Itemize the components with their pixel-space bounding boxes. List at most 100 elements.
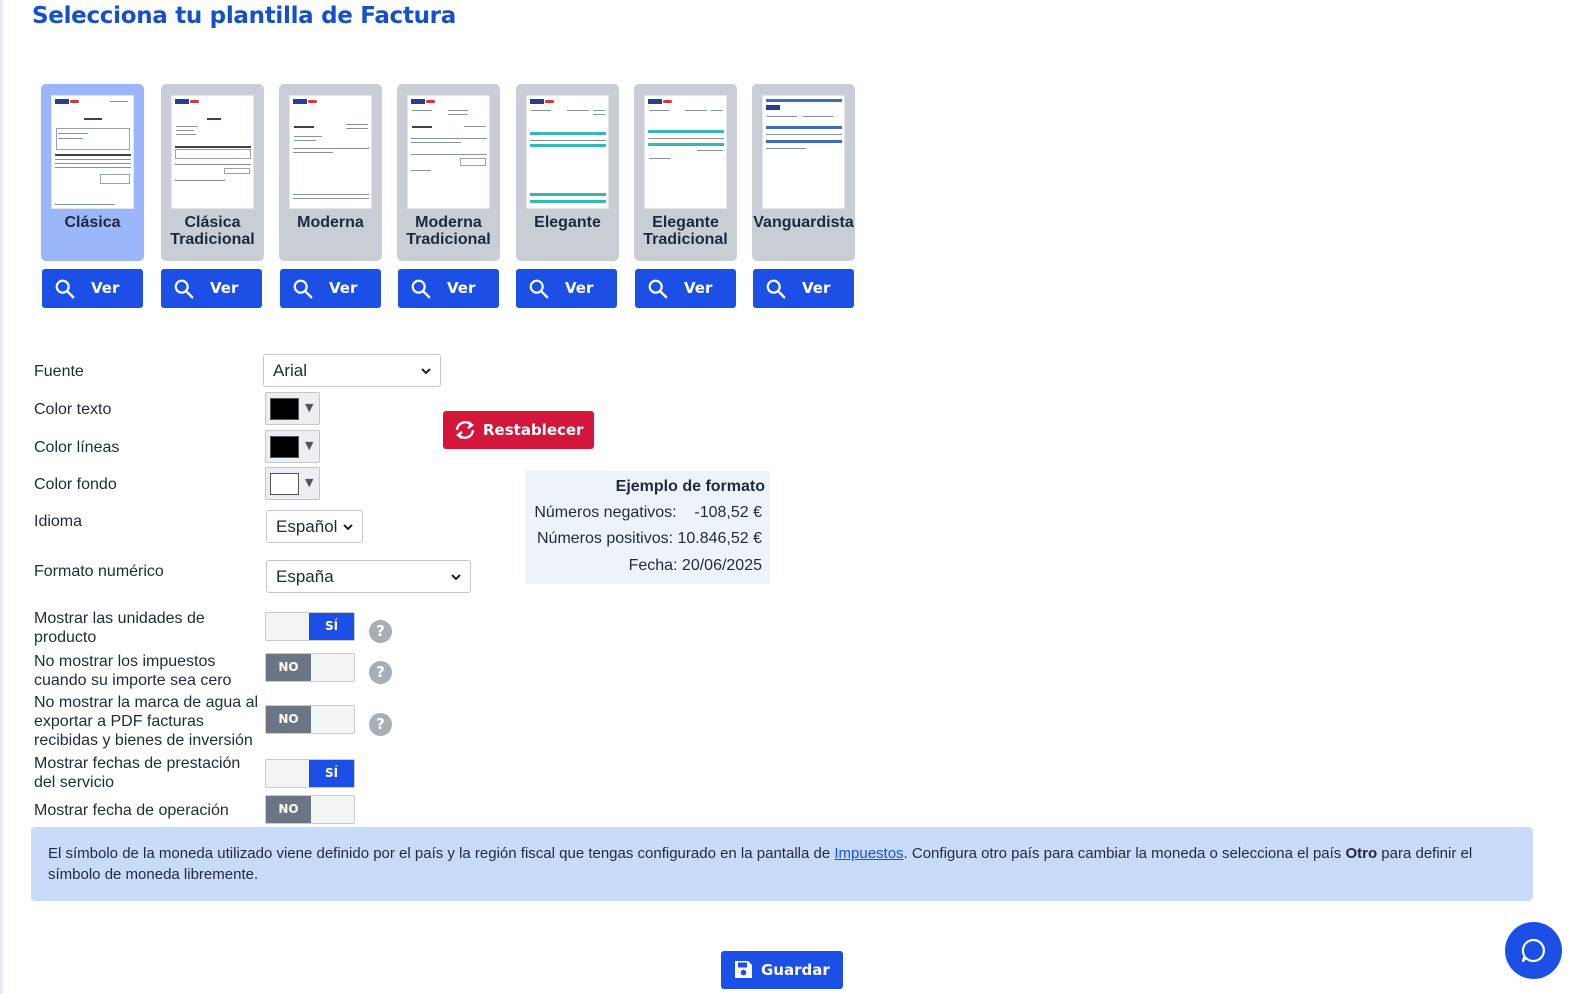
template-card-moderna[interactable]: Moderna [279,84,382,261]
chat-button[interactable] [1505,922,1562,979]
toggle-show-service-dates[interactable]: SÍ [265,759,355,788]
template-thumbnail [171,95,254,209]
view-template-vanguardista-button[interactable]: Ver [753,269,854,308]
font-select[interactable]: Arial [263,354,441,387]
help-question-icon[interactable]: ? [369,620,392,643]
view-template-clasica-tradicional-button[interactable]: Ver [161,269,262,308]
language-label: Idioma [34,513,83,530]
chat-bubble-icon [1521,938,1545,963]
search-icon [293,279,313,299]
toggle-label-units: Mostrar las unidades de producto [34,610,205,646]
view-button-label: Ver [210,279,239,297]
text-color-swatch [270,398,299,420]
view-button-label: Ver [447,279,476,297]
template-thumbnail [407,95,490,209]
template-name: Elegante Tradicional [643,214,728,248]
language-select[interactable]: Español [266,510,363,543]
search-icon [411,279,431,299]
template-card-elegante-tradicional[interactable]: Elegante Tradicional [634,84,737,261]
save-button-label: Guardar [761,961,830,979]
view-template-elegante-tradicional-button[interactable]: Ver [635,269,736,308]
line-color-label: Color líneas [34,439,120,456]
view-button-label: Ver [565,279,594,297]
view-template-moderna-button[interactable]: Ver [280,269,381,308]
toggle-show-units[interactable]: SÍ [265,612,355,641]
view-button-label: Ver [91,279,120,297]
template-thumbnail [644,95,727,209]
search-icon [174,279,194,299]
view-button-label: Ver [802,279,831,297]
info-text-before: El símbolo de la moneda utilizado viene … [48,845,835,862]
toggle-show-operation-date[interactable]: NO [265,795,355,824]
template-thumbnail [526,95,609,209]
line-color-swatch [270,436,299,458]
dropdown-arrow-icon: ▼ [305,476,314,489]
format-example-title: Ejemplo de formato [615,478,765,495]
template-thumbnail [762,95,845,209]
taxes-link[interactable]: Impuestos [834,845,903,862]
template-name: Moderna Tradicional [406,214,491,248]
toggle-hide-zero-taxes[interactable]: NO [265,653,355,682]
template-card-moderna-tradicional[interactable]: Moderna Tradicional [397,84,500,261]
date-example: Fecha: 20/06/2025 [628,557,762,574]
chevron-down-icon [451,574,461,581]
page-title: Selecciona tu plantilla de Factura [32,3,456,29]
number-format-select[interactable]: España [266,560,471,593]
view-button-label: Ver [684,279,713,297]
help-question-icon[interactable]: ? [369,661,392,684]
view-template-clasica-button[interactable]: Ver [42,269,143,308]
toggle-label-service-dates: Mostrar fechas de prestación del servici… [34,755,241,791]
toggle-state: NO [266,654,311,681]
template-thumbnail [51,95,134,209]
floppy-disk-icon [735,961,752,978]
template-name: Clásica [64,214,121,231]
template-thumbnail [289,95,372,209]
template-card-clasica[interactable]: Clásica [41,84,144,261]
bg-color-swatch [270,473,299,495]
refresh-icon [455,421,475,439]
template-card-elegante[interactable]: Elegante [516,84,619,261]
search-icon [55,279,75,299]
text-color-label: Color texto [34,401,112,418]
info-text-middle: . Configura otro país para cambiar la mo… [903,845,1346,862]
search-icon [766,279,786,299]
bg-color-label: Color fondo [34,476,117,493]
toggle-label-zero-taxes: No mostrar los impuestos cuando su impor… [34,653,232,689]
template-name: Elegante [534,214,601,231]
search-icon [529,279,549,299]
chevron-down-icon [343,524,353,531]
currency-info-box: El símbolo de la moneda utilizado viene … [31,827,1533,901]
text-color-picker[interactable]: ▼ [265,392,320,425]
reset-button[interactable]: Restablecer [443,411,594,449]
view-button-label: Ver [329,279,358,297]
template-card-clasica-tradicional[interactable]: Clásica Tradicional [161,84,264,261]
help-question-icon[interactable]: ? [369,713,392,736]
number-format-select-value: España [276,567,334,586]
toggle-state: NO [266,796,311,823]
chevron-down-icon [421,368,431,375]
toggle-label-operation-date: Mostrar fecha de operación [34,802,229,819]
view-template-moderna-tradicional-button[interactable]: Ver [398,269,499,308]
positive-numbers-example: Números positivos: 10.846,52 € [536,530,762,547]
font-select-value: Arial [273,361,308,380]
bg-color-picker[interactable]: ▼ [265,467,320,500]
template-name: Moderna [297,214,364,231]
reset-button-label: Restablecer [483,421,584,439]
format-example-panel: Ejemplo de formato Números negativos: -1… [525,471,770,584]
save-button[interactable]: Guardar [721,951,843,989]
line-color-picker[interactable]: ▼ [265,430,320,463]
dropdown-arrow-icon: ▼ [305,439,314,452]
view-template-elegante-button[interactable]: Ver [516,269,617,308]
search-icon [648,279,668,299]
template-card-vanguardista[interactable]: Vanguardista [752,84,855,261]
toggle-label-watermark: No mostrar la marca de agua al exportar … [34,694,259,749]
template-name: Clásica Tradicional [170,214,255,248]
language-select-value: Español [276,517,338,536]
number-format-label: Formato numérico [34,563,164,580]
font-label: Fuente [34,363,84,380]
info-bold-other: Otro [1345,845,1378,862]
template-name: Vanguardista [753,214,854,231]
toggle-hide-watermark[interactable]: NO [265,705,355,734]
toggle-state: SÍ [309,613,354,640]
toggle-state: SÍ [309,760,354,787]
